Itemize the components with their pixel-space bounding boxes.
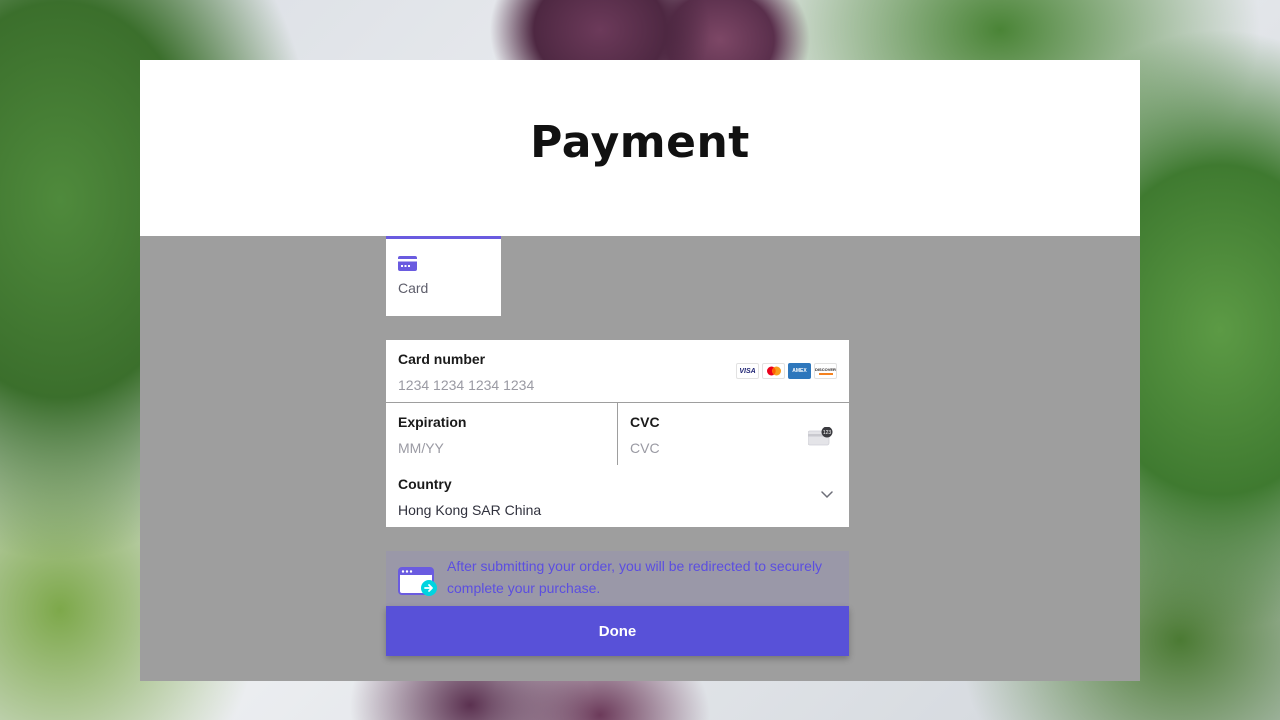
page-title: Payment xyxy=(530,116,750,168)
country-label: Country xyxy=(398,476,452,492)
cvc-label: CVC xyxy=(630,414,660,430)
cvc-card-icon: 123 xyxy=(808,427,833,446)
chevron-down-icon xyxy=(821,491,833,499)
redirect-notice-text: After submitting your order, you will be… xyxy=(447,558,823,596)
card-form: Card number VISA AMEX DISCOVER xyxy=(386,340,849,527)
cvc-field: CVC 123 xyxy=(617,403,849,465)
cvc-icon-text: 123 xyxy=(823,430,832,436)
visa-icon: VISA xyxy=(736,363,759,379)
tab-card[interactable]: Card xyxy=(386,236,501,316)
done-button[interactable]: Done xyxy=(386,606,849,656)
credit-card-icon xyxy=(398,256,417,271)
country-value: Hong Kong SAR China xyxy=(398,502,542,518)
card-brands: VISA AMEX DISCOVER xyxy=(736,363,837,379)
country-select[interactable]: Country Hong Kong SAR China xyxy=(386,465,849,527)
expiration-label: Expiration xyxy=(398,414,467,430)
expiry-cvc-row: Expiration CVC 123 xyxy=(386,402,849,465)
redirect-notice: After submitting your order, you will be… xyxy=(386,551,849,607)
card-number-field: Card number VISA AMEX DISCOVER xyxy=(386,340,849,402)
payment-card: Payment Card Card number VISA xyxy=(140,60,1140,681)
redirect-browser-icon xyxy=(398,567,437,596)
expiration-field: Expiration xyxy=(386,403,617,465)
mastercard-icon xyxy=(762,363,785,379)
amex-icon: AMEX xyxy=(788,363,811,379)
payment-header: Payment xyxy=(140,60,1140,236)
expiration-input[interactable] xyxy=(398,440,578,456)
tab-card-label: Card xyxy=(398,280,429,296)
discover-icon: DISCOVER xyxy=(814,363,837,379)
cvc-input[interactable] xyxy=(630,440,790,456)
card-number-input[interactable] xyxy=(398,377,698,393)
